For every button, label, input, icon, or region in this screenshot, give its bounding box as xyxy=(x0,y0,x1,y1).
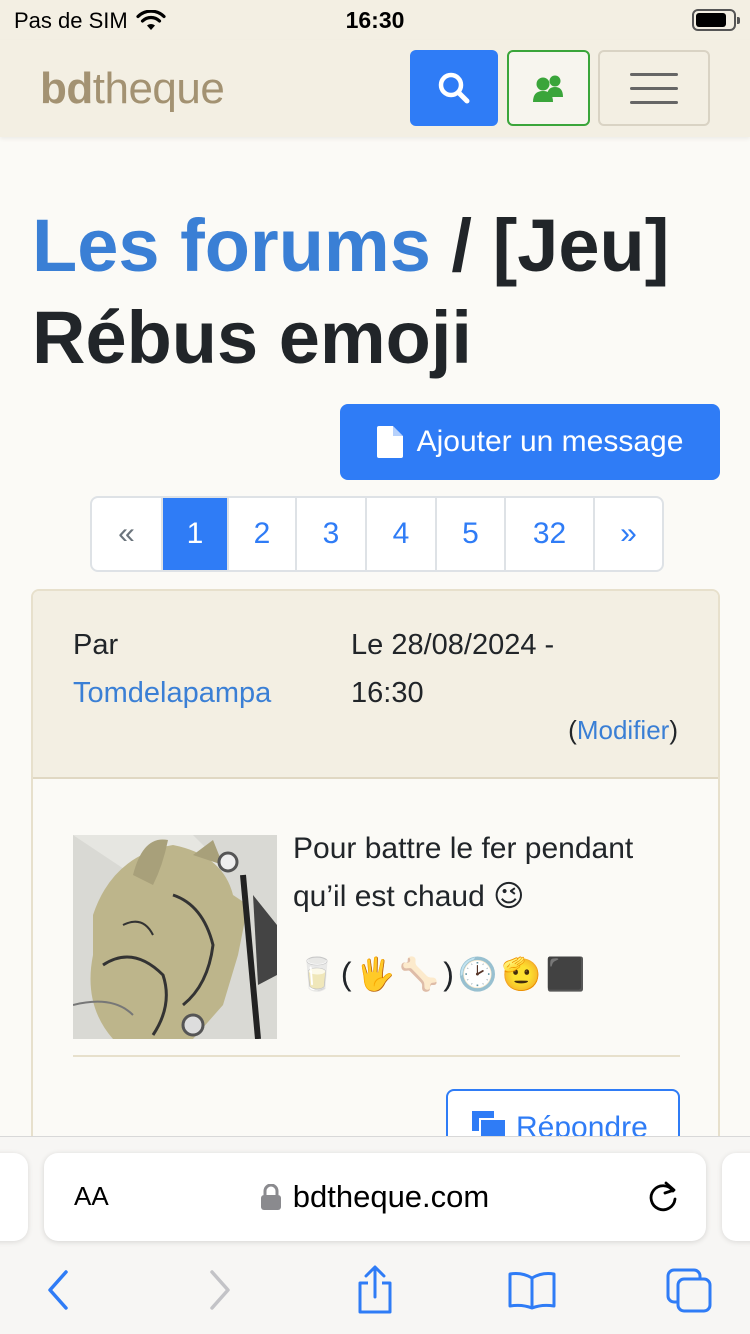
paren-open: ( xyxy=(568,715,577,745)
browser-bottom-bar: AA bdtheque.com xyxy=(0,1136,750,1334)
users-icon xyxy=(532,75,563,102)
page-5[interactable]: 5 xyxy=(435,498,504,570)
forward-button[interactable] xyxy=(192,1265,246,1315)
share-icon xyxy=(358,1265,392,1314)
battery-icon xyxy=(692,9,740,31)
emoji-bone: 🦴 xyxy=(399,956,440,992)
post-divider xyxy=(73,1055,680,1057)
previous-tab-preview[interactable] xyxy=(0,1153,28,1241)
back-button[interactable] xyxy=(32,1265,86,1315)
members-button[interactable] xyxy=(507,50,590,126)
emoji-salute: 🫡 xyxy=(501,956,542,992)
logo-bold: bd xyxy=(40,64,93,113)
file-icon xyxy=(376,426,403,458)
date-line-1: Le 28/08/2024 - xyxy=(351,629,555,661)
post-header: Par Tomdelapampa Le 28/08/2024 - 16:30 (… xyxy=(33,591,718,779)
page-2[interactable]: 2 xyxy=(227,498,295,570)
breadcrumb-separator: / xyxy=(430,204,493,287)
by-label: Par xyxy=(73,629,119,661)
browser-toolbar xyxy=(0,1259,750,1323)
pagination: « 1 2 3 4 5 32 » xyxy=(90,496,664,572)
share-button[interactable] xyxy=(348,1265,402,1315)
post-date: Le 28/08/2024 - 16:30 xyxy=(351,621,611,717)
breadcrumb-forums-link[interactable]: Les forums xyxy=(32,204,431,287)
url-text: bdtheque.com xyxy=(292,1179,490,1214)
search-icon xyxy=(438,72,470,104)
post-card: Par Tomdelapampa Le 28/08/2024 - 16:30 (… xyxy=(31,589,720,1189)
emoji-milk: 🥛 xyxy=(297,956,337,992)
emoji-paren-close: ) xyxy=(443,955,454,992)
lock-icon xyxy=(260,1184,281,1210)
page-prev[interactable]: « xyxy=(92,498,161,570)
modify-link[interactable]: Modifier xyxy=(577,715,669,745)
address-bar[interactable]: AA bdtheque.com xyxy=(44,1153,706,1241)
emoji-black-square: ⬛ xyxy=(545,956,586,992)
site-logo[interactable]: bdtheque xyxy=(40,64,225,114)
reload-button[interactable] xyxy=(646,1179,680,1218)
page-3[interactable]: 3 xyxy=(295,498,365,570)
reload-icon xyxy=(649,1181,677,1212)
next-tab-preview[interactable] xyxy=(722,1153,750,1241)
tabs-button[interactable] xyxy=(662,1265,716,1315)
post-author: Par Tomdelapampa xyxy=(73,621,271,717)
chevron-right-icon xyxy=(210,1270,230,1310)
emoji-paren-open: ( xyxy=(340,955,352,992)
site-navbar: bdtheque xyxy=(0,40,750,137)
page-4[interactable]: 4 xyxy=(365,498,435,570)
emoji-hand: 🖐 xyxy=(355,956,396,992)
page-next[interactable]: » xyxy=(593,498,662,570)
emoji-rebus: 🥛 ( 🖐 🦴 ) 🕑 🫡 ⬛ xyxy=(297,955,585,993)
paren-close: ) xyxy=(669,715,678,745)
modify-wrapper: (Modifier) xyxy=(568,715,678,746)
author-link[interactable]: Tomdelapampa xyxy=(73,677,271,709)
page-title: Les forums / [Jeu] Rébus emoji xyxy=(32,200,722,384)
url-display[interactable]: bdtheque.com xyxy=(44,1179,706,1215)
post-text: Pour battre le fer pendant qu’il est cha… xyxy=(293,832,634,913)
page-32[interactable]: 32 xyxy=(504,498,593,570)
status-bar: Pas de SIM 16:30 xyxy=(0,0,750,40)
logo-rest: theque xyxy=(92,64,225,113)
emoji-clock: 🕑 xyxy=(457,956,498,992)
tabs-icon xyxy=(666,1268,712,1313)
bookmarks-button[interactable] xyxy=(505,1265,559,1315)
author-avatar xyxy=(73,835,277,1039)
book-icon xyxy=(508,1272,556,1310)
add-message-button[interactable]: Ajouter un message xyxy=(340,404,720,480)
add-message-label: Ajouter un message xyxy=(416,425,684,458)
hamburger-icon xyxy=(630,72,678,76)
page-1[interactable]: 1 xyxy=(161,498,227,570)
date-line-2: 16:30 xyxy=(351,677,424,709)
search-button[interactable] xyxy=(410,50,498,126)
menu-toggle-button[interactable] xyxy=(598,50,710,126)
clock: 16:30 xyxy=(345,7,405,33)
chevron-left-icon xyxy=(48,1270,68,1310)
